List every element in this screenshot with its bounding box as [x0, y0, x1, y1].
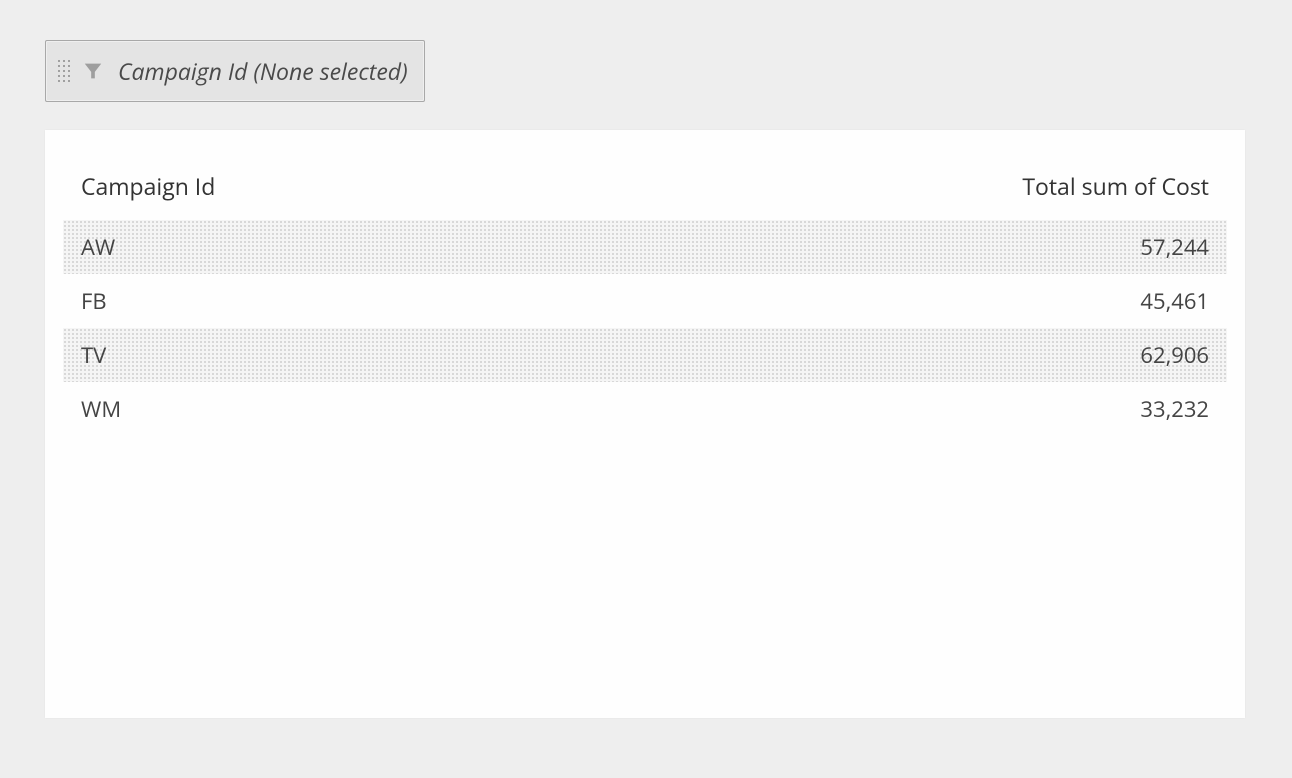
cell-campaign-id: WM	[81, 394, 121, 424]
data-card: Campaign Id Total sum of Cost AW 57,244 …	[45, 130, 1245, 718]
cell-campaign-id: FB	[81, 286, 107, 316]
table-row[interactable]: AW 57,244	[63, 220, 1227, 274]
table-row[interactable]: TV 62,906	[63, 328, 1227, 382]
cell-cost: 62,906	[1140, 340, 1209, 370]
cell-cost: 45,461	[1140, 286, 1209, 316]
filter-icon	[82, 60, 104, 82]
column-header-total-cost[interactable]: Total sum of Cost	[1022, 170, 1209, 202]
column-header-campaign-id[interactable]: Campaign Id	[81, 170, 215, 202]
cell-cost: 57,244	[1140, 232, 1209, 262]
table-row[interactable]: FB 45,461	[63, 274, 1227, 328]
table-header: Campaign Id Total sum of Cost	[63, 170, 1227, 220]
table-body: AW 57,244 FB 45,461 TV 62,906 WM 33,232	[63, 220, 1227, 436]
data-table: Campaign Id Total sum of Cost AW 57,244 …	[63, 170, 1227, 436]
filter-chip[interactable]: Campaign Id (None selected)	[45, 40, 425, 102]
drag-handle-icon[interactable]	[58, 60, 70, 82]
filter-label: Campaign Id (None selected)	[118, 55, 408, 87]
cell-cost: 33,232	[1140, 394, 1209, 424]
table-row[interactable]: WM 33,232	[63, 382, 1227, 436]
cell-campaign-id: TV	[81, 340, 106, 370]
cell-campaign-id: AW	[81, 232, 115, 262]
